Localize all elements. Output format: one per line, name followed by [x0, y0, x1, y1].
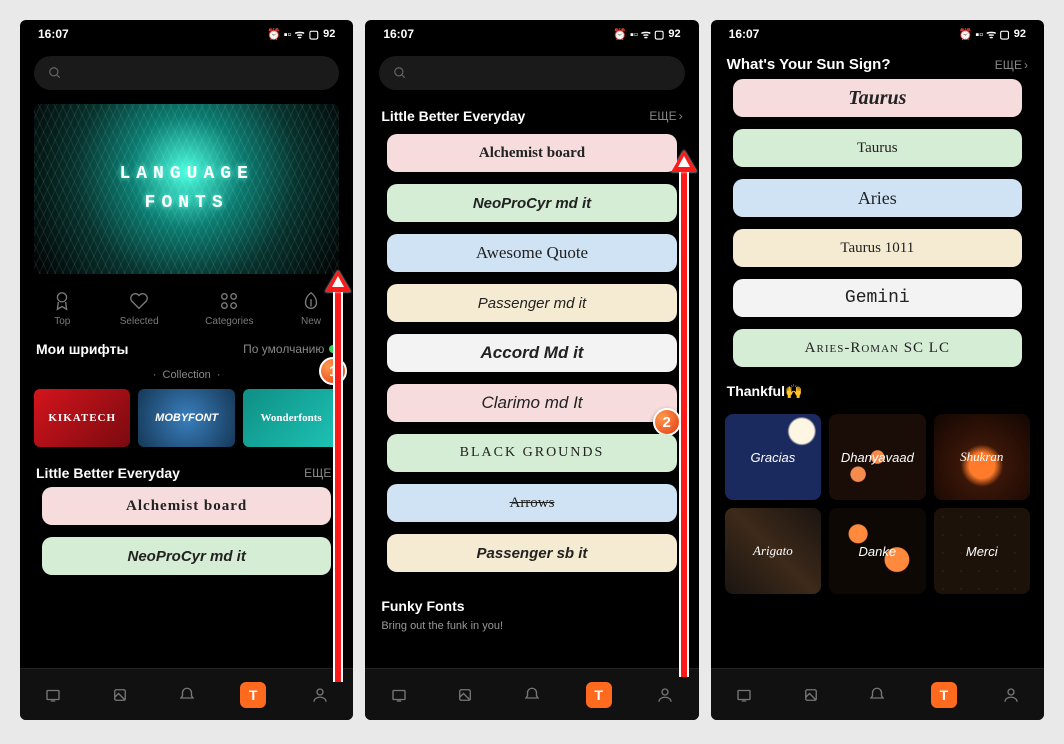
font-item[interactable]: Passenger md it [387, 284, 676, 322]
phone-screen-3: 16:07 ⏰ ▪▫ ᯤ ▢92 What's Your Sun Sign? Е… [711, 20, 1044, 720]
font-item[interactable]: Aries-Roman SC LC [733, 329, 1022, 367]
font-item[interactable]: Taurus [733, 79, 1022, 117]
tab-wallpaper[interactable] [107, 682, 133, 708]
search-bar[interactable] [379, 56, 684, 90]
section-title: Little Better Everyday [381, 108, 525, 124]
thankful-tile[interactable]: Gracias [725, 414, 821, 500]
section-title: Thankful🙌 [727, 383, 803, 400]
tab-fonts[interactable]: T [931, 682, 957, 708]
tab-fonts[interactable]: T [586, 682, 612, 708]
thankful-tile[interactable]: Dhanyavaad [829, 414, 925, 500]
tab-wallpaper[interactable] [798, 682, 824, 708]
tab-profile[interactable] [652, 682, 678, 708]
banner-text: LANGUAGEFONTS [119, 160, 253, 218]
section-title: What's Your Sun Sign? [727, 56, 891, 73]
font-item[interactable]: Clarimo md It 2 [387, 384, 676, 422]
nav-new[interactable]: New [300, 290, 322, 327]
search-bar[interactable] [34, 56, 339, 90]
font-item[interactable]: Passenger sb it [387, 534, 676, 572]
section-header: Funky Fonts [365, 588, 698, 618]
font-item[interactable]: BLACK GROUNDS [387, 434, 676, 472]
promo-banner[interactable]: LANGUAGEFONTS [34, 104, 339, 274]
status-dot [329, 345, 337, 353]
tab-home[interactable] [40, 682, 66, 708]
section-subtitle: Bring out the funk in you! [365, 618, 698, 632]
tab-profile[interactable] [307, 682, 333, 708]
bottom-nav: T [20, 668, 353, 720]
thankful-tile[interactable]: Shukran [934, 414, 1030, 500]
step-badge-2: 2 [653, 408, 681, 436]
font-item[interactable]: Arrows [387, 484, 676, 522]
status-bar: 16:07 ⏰ ▪▫ ᯤ ▢92 [365, 20, 698, 48]
collection-card[interactable]: MOBYFONT [138, 389, 234, 447]
font-item[interactable]: Gemini [733, 279, 1022, 317]
font-item[interactable]: Awesome Quote [387, 234, 676, 272]
font-item[interactable]: Accord Md it [387, 334, 676, 372]
nav-categories[interactable]: Categories [205, 290, 253, 327]
collection-card[interactable]: Wonderfonts [243, 389, 339, 447]
collection-row: KIKATECH MOBYFONT Wonderfonts 1 [20, 389, 353, 457]
section-header: What's Your Sun Sign? ЕЩЕ › [711, 56, 1044, 73]
phone-screen-2: 16:07 ⏰ ▪▫ ᯤ ▢92 Little Better Everyday … [365, 20, 698, 720]
bottom-nav: T [711, 668, 1044, 720]
section-header: Little Better Everyday ЕЩЕ › [365, 98, 698, 128]
status-icons: ⏰ ▪▫ ᯤ ▢92 [267, 27, 335, 42]
section-header: Little Better Everyday ЕЩЕ › [20, 465, 353, 481]
search-icon [393, 66, 407, 80]
status-icons: ⏰ ▪▫ ᯤ ▢92 [613, 27, 680, 42]
font-item[interactable]: Taurus [733, 129, 1022, 167]
section-title: Little Better Everyday [36, 465, 180, 481]
section-header: Thankful🙌 [711, 373, 1044, 404]
my-fonts-header: Мои шрифты По умолчанию [20, 341, 353, 357]
more-link[interactable]: ЕЩЕ › [995, 58, 1028, 72]
status-bar: 16:07 ⏰ ▪▫ ᯤ ▢92 [711, 20, 1044, 48]
tab-ringtone[interactable] [174, 682, 200, 708]
font-item[interactable]: Aries [733, 179, 1022, 217]
default-link[interactable]: По умолчанию [243, 342, 337, 356]
status-time: 16:07 [38, 27, 69, 41]
my-fonts-title: Мои шрифты [36, 341, 128, 357]
tab-ringtone[interactable] [864, 682, 890, 708]
tab-home[interactable] [731, 682, 757, 708]
phone-screen-1: 16:07 ⏰ ▪▫ ᯤ ▢92 LANGUAGEFONTS Top Selec… [20, 20, 353, 720]
section-title: Funky Fonts [381, 598, 464, 614]
battery-icon: ▢ [309, 28, 319, 41]
thankful-grid: Gracias Dhanyavaad Shukran Arigato Danke… [711, 404, 1044, 604]
thankful-tile[interactable]: Danke [829, 508, 925, 594]
nav-top[interactable]: Top [51, 290, 73, 327]
thankful-tile[interactable]: Merci [934, 508, 1030, 594]
font-item[interactable]: NeoProCyr md it [42, 537, 331, 575]
font-item[interactable]: Taurus 1011 [733, 229, 1022, 267]
font-item[interactable]: Alchemist board [42, 487, 331, 525]
more-link[interactable]: ЕЩЕ › [649, 109, 682, 123]
status-bar: 16:07 ⏰ ▪▫ ᯤ ▢92 [20, 20, 353, 48]
nav-selected[interactable]: Selected [120, 290, 159, 327]
collection-label: · Collection · [20, 369, 353, 381]
status-time: 16:07 [383, 27, 414, 41]
status-time: 16:07 [729, 27, 760, 41]
tab-profile[interactable] [998, 682, 1024, 708]
bottom-nav: T [365, 668, 698, 720]
status-icons: ⏰ ▪▫ ᯤ ▢92 [959, 27, 1026, 42]
font-item[interactable]: NeoProCyr md it [387, 184, 676, 222]
collection-card[interactable]: KIKATECH [34, 389, 130, 447]
font-item[interactable]: Alchemist board [387, 134, 676, 172]
quick-nav: Top Selected Categories New [28, 290, 345, 327]
tab-home[interactable] [386, 682, 412, 708]
tab-fonts[interactable]: T [240, 682, 266, 708]
tab-wallpaper[interactable] [452, 682, 478, 708]
more-link[interactable]: ЕЩЕ › [304, 466, 337, 480]
thankful-tile[interactable]: Arigato [725, 508, 821, 594]
tab-ringtone[interactable] [519, 682, 545, 708]
search-icon [48, 66, 62, 80]
